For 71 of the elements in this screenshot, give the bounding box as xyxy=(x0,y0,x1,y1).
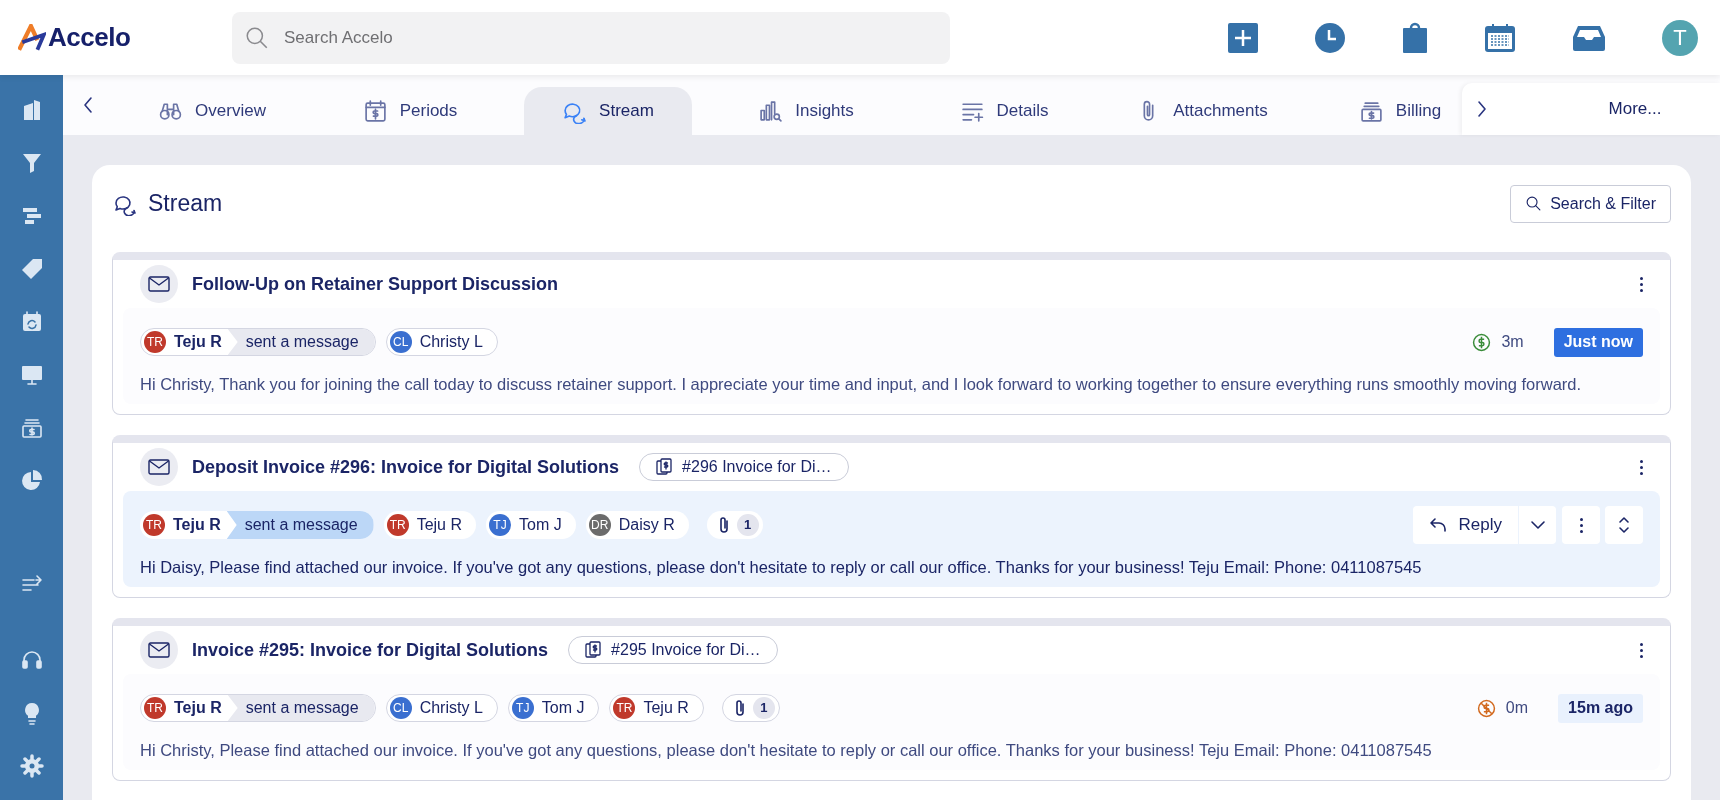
reply-arrow-icon xyxy=(1428,517,1447,533)
paperclip-icon xyxy=(718,516,729,534)
tab[interactable]: Attachments xyxy=(1130,87,1274,135)
message-text: Hi Daisy, Please find attached our invoice. If you've got any questions, please don't hesitate to reply or call our office. Thanks for your business! Teju Email: Phone: 0411087545 xyxy=(140,557,1423,578)
person-chip[interactable]: TR Teju R xyxy=(383,511,476,539)
chevron-left-icon[interactable] xyxy=(82,96,94,114)
reply-button[interactable]: Reply xyxy=(1412,506,1518,544)
paperclip-icon xyxy=(734,699,745,717)
bar-chart-search-icon xyxy=(758,98,784,124)
clipboard-icon[interactable] xyxy=(1402,21,1428,54)
person-chip[interactable]: CL Christy L xyxy=(385,694,498,722)
invoice-icon xyxy=(585,641,602,659)
tab[interactable]: Billing xyxy=(1352,87,1448,135)
avatar-initials: CL xyxy=(389,697,412,719)
search-icon xyxy=(1525,195,1543,212)
avatar-initials: CL xyxy=(389,331,412,353)
calendar-dollar-icon xyxy=(362,98,388,124)
panel-title: Stream xyxy=(148,189,223,219)
person-chip[interactable]: TJ Tom J xyxy=(486,511,576,539)
person-chip[interactable]: CL Christy L xyxy=(385,328,498,356)
avatar-initials: TJ xyxy=(489,514,511,536)
chevron-right-icon[interactable] xyxy=(1476,100,1488,118)
time-logged: 3m xyxy=(1501,332,1524,352)
tab[interactable]: Periods xyxy=(356,87,464,135)
message-text: Hi Christy, Thank you for joining the call today to discuss retainer support. I appreciate your time and input, and I look forward to working together to ensure everything runs smoothly moving forward. xyxy=(140,374,1583,395)
logo-mark-icon xyxy=(18,23,46,52)
more-options-icon[interactable] xyxy=(1639,642,1643,658)
clock-icon[interactable] xyxy=(1314,21,1346,54)
tab[interactable]: Details xyxy=(953,87,1055,135)
tab[interactable]: Insights xyxy=(752,87,860,135)
message-text: Hi Christy, Please find attached our invoice. If you've got any questions, please don't hesitate to reply or call our office. Thanks for your business! Teju Email: Phone: 0411087545 xyxy=(140,740,1433,761)
timestamp-badge: 15m ago xyxy=(1558,693,1643,723)
invoice-icon xyxy=(656,458,673,476)
email-icon xyxy=(140,631,178,669)
add-icon[interactable] xyxy=(1228,22,1258,53)
email-icon xyxy=(140,448,178,486)
entry-title[interactable]: Follow-Up on Retainer Support Discussion xyxy=(192,270,558,298)
person-chip[interactable]: TR Teju R xyxy=(609,694,704,722)
more-options-icon[interactable] xyxy=(1639,276,1643,292)
avatar-initials: TR xyxy=(386,514,409,536)
inbox-tray-icon[interactable] xyxy=(1572,24,1606,51)
timestamp-badge: Just now xyxy=(1553,327,1643,357)
pie-chart-icon[interactable] xyxy=(19,468,44,493)
avatar-initials: TR xyxy=(613,697,636,719)
app-logo[interactable]: Accelo xyxy=(48,18,131,57)
search-field[interactable]: Search Accelo xyxy=(232,11,950,64)
avatar-initials: TR xyxy=(143,514,165,536)
avatar-initials: DR xyxy=(588,514,611,536)
sender-chip[interactable]: TR Teju R sent a message xyxy=(140,511,374,539)
time-logged: 0m xyxy=(1505,698,1529,718)
sender-chip[interactable]: TR Teju R sent a message xyxy=(140,328,376,356)
avatar-initials: TR xyxy=(144,331,166,353)
sender-chip[interactable]: TR Teju R sent a message xyxy=(140,694,376,722)
tab[interactable]: Overview xyxy=(152,87,272,135)
person-chip[interactable]: DR Daisy R xyxy=(585,511,689,539)
person-chip[interactable]: TJ Tom J xyxy=(507,694,600,722)
settings-icon[interactable] xyxy=(19,753,44,778)
attachment-count-chip[interactable]: 1 xyxy=(706,511,763,539)
entry-title[interactable]: Deposit Invoice #296: Invoice for Digital Solutions xyxy=(192,453,620,481)
calendar-icon[interactable] xyxy=(1484,22,1516,53)
avatar-initials: TJ xyxy=(511,697,534,719)
search-filter-button[interactable]: Search & Filter xyxy=(1510,184,1671,223)
chevron-down-icon[interactable] xyxy=(1529,520,1546,530)
more-options-icon[interactable] xyxy=(1639,459,1643,475)
attachment-count-chip[interactable]: 1 xyxy=(721,694,780,722)
expand-collapse-icon[interactable] xyxy=(1618,516,1630,534)
avatar-initials: TR xyxy=(144,697,166,719)
email-icon xyxy=(140,265,178,303)
entry-title[interactable]: Invoice #295: Invoice for Digital Solutions xyxy=(192,636,549,664)
more-tab[interactable]: More... xyxy=(1570,96,1700,122)
tab[interactable]: Stream xyxy=(524,87,692,135)
